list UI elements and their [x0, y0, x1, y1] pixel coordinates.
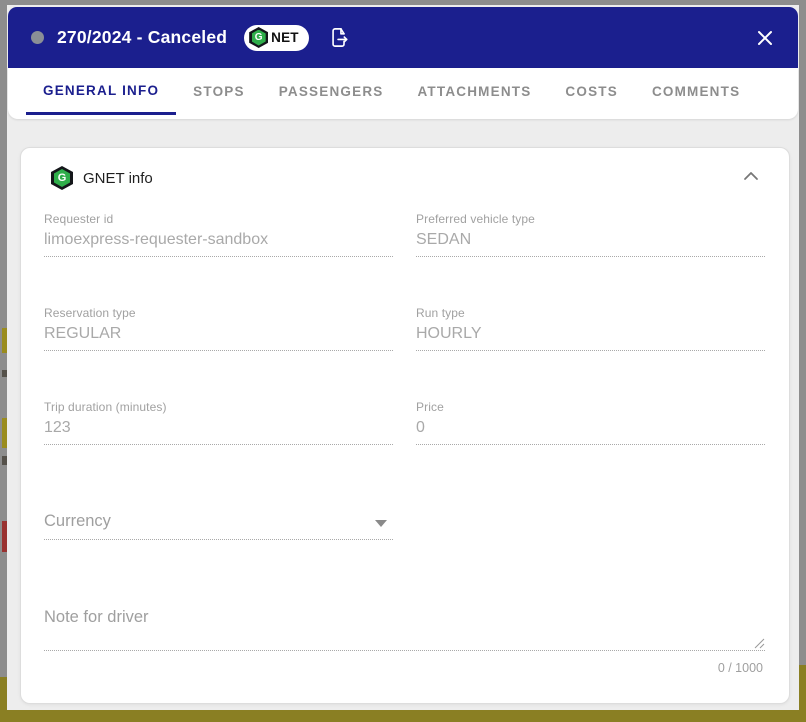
gnet-badge: G NET: [244, 25, 309, 51]
field-reservation-type: Reservation type: [44, 306, 393, 351]
field-requester-id: Requester id: [44, 212, 393, 257]
tab-stops[interactable]: STOPS: [176, 68, 262, 115]
gnet-badge-text: NET: [271, 30, 299, 45]
trip-duration-input: [44, 419, 393, 437]
field-label: Preferred vehicle type: [416, 212, 765, 226]
field-preferred-vehicle-type: Preferred vehicle type: [416, 212, 765, 257]
tab-comments[interactable]: COMMENTS: [635, 68, 757, 115]
note-for-driver-textarea[interactable]: [44, 600, 765, 650]
note-character-counter: 0 / 1000: [718, 661, 763, 675]
background-edge-right-bottom: [799, 665, 806, 722]
field-label: Reservation type: [44, 306, 393, 320]
chevron-down-icon[interactable]: [375, 520, 387, 527]
background-artifact: [2, 521, 7, 552]
dialog-header: 270/2024 - Canceled G NET: [8, 7, 798, 68]
tab-attachments[interactable]: ATTACHMENTS: [400, 68, 548, 115]
field-note-for-driver: [44, 600, 765, 651]
background-artifact: [2, 456, 7, 465]
field-label: Trip duration (minutes): [44, 400, 393, 414]
background-edge-bottom: [0, 710, 806, 722]
collapse-chevron-up-icon[interactable]: [743, 171, 759, 181]
requester-id-input: [44, 231, 393, 249]
status-dot-icon: [31, 31, 44, 44]
tab-costs[interactable]: COSTS: [548, 68, 635, 115]
field-label: Run type: [416, 306, 765, 320]
field-currency: [44, 510, 393, 540]
gnet-info-card: G GNET info Requester id Preferred vehic…: [20, 147, 790, 704]
tab-general-info[interactable]: GENERAL INFO: [26, 68, 176, 115]
preferred-vehicle-type-input: [416, 231, 765, 249]
gnet-hexagon-icon: G: [249, 27, 268, 48]
background-edge-left-bottom: [0, 677, 7, 722]
export-file-icon[interactable]: [328, 25, 351, 50]
background-artifact: [2, 328, 7, 353]
background-artifact: [2, 418, 7, 448]
run-type-input: [416, 325, 765, 343]
close-icon[interactable]: [756, 29, 774, 47]
currency-select[interactable]: [44, 510, 364, 531]
field-run-type: Run type: [416, 306, 765, 351]
field-trip-duration: Trip duration (minutes): [44, 400, 393, 445]
gnet-hexagon-icon: G: [51, 166, 73, 190]
tab-passengers[interactable]: PASSENGERS: [262, 68, 401, 115]
field-label: Requester id: [44, 212, 393, 226]
background-edge-right: [799, 0, 806, 665]
dialog-title: 270/2024 - Canceled: [57, 27, 227, 48]
tab-bar: GENERAL INFO STOPS PASSENGERS ATTACHMENT…: [8, 68, 798, 119]
reservation-type-input: [44, 325, 393, 343]
resize-handle-icon[interactable]: [754, 636, 765, 647]
gnet-info-title: GNET info: [83, 170, 153, 187]
field-label: Price: [416, 400, 765, 414]
field-price: Price: [416, 400, 765, 445]
background-artifact: [2, 370, 7, 377]
price-input: [416, 419, 765, 437]
background-edge-top: [0, 0, 806, 5]
